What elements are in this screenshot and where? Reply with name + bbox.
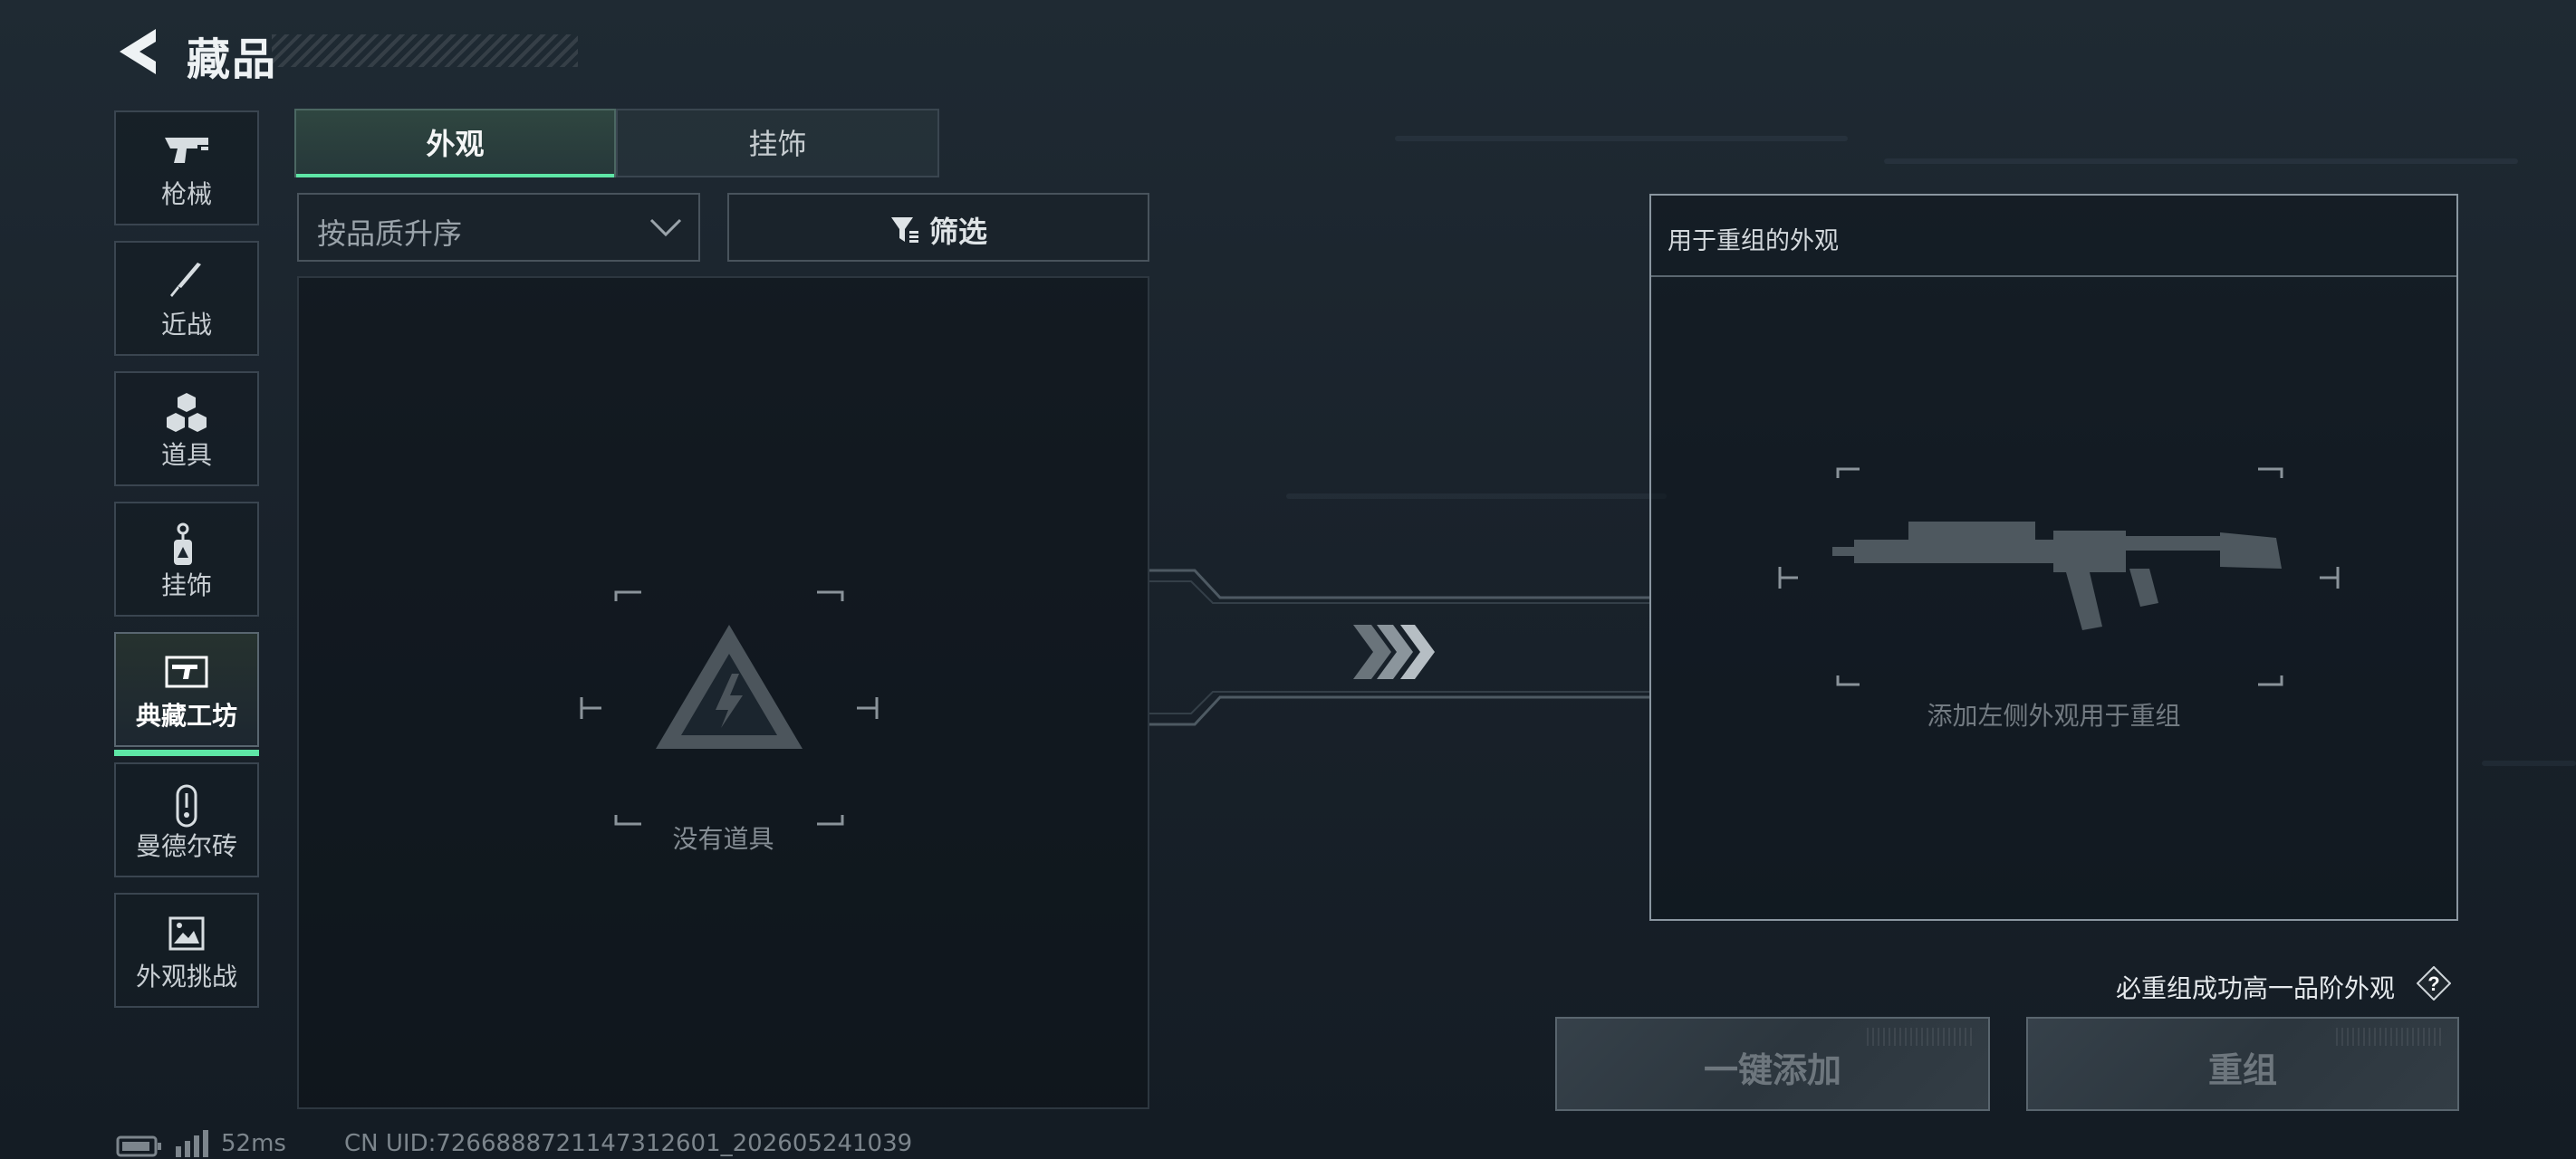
background-streak [1884,158,2518,164]
sidebar-item-items[interactable]: 道具 [114,371,259,486]
title-decoration [272,34,578,67]
rifle-placeholder-icon [1778,467,2340,686]
guarantee-note: 必重组成功高一品阶外观 [2116,973,2396,1003]
help-icon[interactable]: ? [2417,966,2451,1001]
sidebar-item-skin-challenge[interactable]: 外观挑战 [114,893,259,1008]
sort-label: 按品质升序 [317,216,463,251]
svg-text:?: ? [2427,972,2439,995]
quick-add-label: 一键添加 [1703,1050,1841,1090]
background-streak [2482,761,2576,766]
sidebar-item-label: 道具 [160,440,212,470]
sidebar-item-melee[interactable]: 近战 [114,241,259,356]
reassemble-panel-title: 用于重组的外观 [1668,227,1839,255]
transfer-arrows-icon [1353,625,1435,679]
ping-readout: 52ms [221,1130,286,1157]
background-streak [1286,493,1667,499]
workshop-gun-card-icon [165,656,208,688]
filter-label: 筛选 [928,215,987,249]
reassemble-slot-panel[interactable]: 用于重组的外观 添加左侧外观用于重组 [1649,194,2458,921]
sidebar-item-label: 近战 [160,310,212,340]
sidebar-item-label: 典藏工坊 [135,701,237,731]
filter-button[interactable]: 筛选 [727,193,1149,262]
tab-charms[interactable]: 挂饰 [616,109,939,177]
quick-add-button[interactable]: 一键添加 [1555,1017,1990,1111]
sidebar-item-workshop[interactable]: 典藏工坊 [114,632,259,756]
reassemble-button[interactable]: 重组 [2026,1017,2459,1111]
background-streak [1395,136,1848,141]
signal-icon [176,1130,208,1157]
cubes-icon [167,393,207,432]
sidebar-item-label: 外观挑战 [135,962,237,991]
challenge-image-icon [168,916,205,951]
sidebar-item-guns[interactable]: 枪械 [114,110,259,225]
reassemble-hint: 添加左侧外观用于重组 [1927,701,2181,731]
inventory-panel: 没有道具 [297,276,1149,1109]
mandel-brick-icon [176,784,197,828]
battery-icon [116,1135,161,1157]
sidebar-item-mandel-brick[interactable]: 曼德尔砖 [114,762,259,877]
empty-inventory-emblem [580,590,879,826]
charm-tag-icon [174,522,192,565]
back-button[interactable] [116,27,161,76]
back-arrow-icon [120,29,156,74]
pistol-icon [165,138,208,163]
user-uid: CN UID:7266888721147312601_202605241039 [344,1130,913,1157]
sidebar-item-label: 枪械 [160,179,212,209]
knife-icon [170,263,201,297]
page-title: 藏品 [187,34,278,85]
sort-dropdown[interactable]: 按品质升序 [297,193,700,262]
sidebar-item-charms[interactable]: 挂饰 [114,502,259,617]
tab-skins[interactable]: 外观 [294,109,616,177]
sidebar-item-label: 曼德尔砖 [135,831,237,861]
filter-icon [890,217,918,243]
reassemble-label: 重组 [2207,1050,2277,1090]
empty-inventory-text: 没有道具 [672,824,774,854]
sidebar-item-label: 挂饰 [160,570,212,600]
chevron-down-icon [649,218,682,237]
divider [1651,275,2456,277]
